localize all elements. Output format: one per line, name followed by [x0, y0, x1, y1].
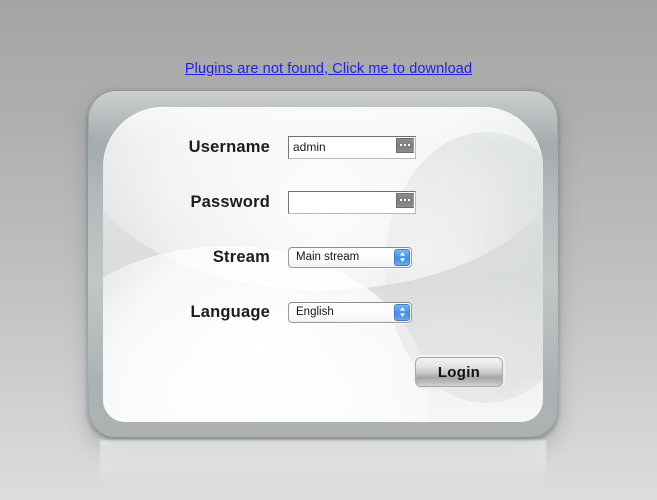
form-row-stream: Stream Main streamSub stream [88, 244, 558, 270]
language-label: Language [190, 302, 270, 321]
stream-label: Stream [212, 247, 270, 266]
password-label: Password [190, 192, 270, 211]
password-field-wrap [288, 190, 416, 214]
language-select[interactable]: English [288, 301, 412, 323]
form-row-language: Language English [88, 299, 558, 325]
language-select-wrap: English [288, 301, 412, 323]
username-label: Username [188, 137, 270, 156]
form-row-password: Password [88, 189, 558, 215]
dots-icon[interactable] [396, 137, 414, 153]
username-field-wrap [288, 135, 416, 159]
plugin-notice: Plugins are not found, Click me to downl… [0, 60, 657, 78]
stream-select[interactable]: Main streamSub stream [288, 246, 412, 268]
login-form: Username Password Stream Main streamS [88, 90, 558, 438]
dots-icon[interactable] [396, 192, 414, 208]
login-panel-shell: Username Password Stream Main streamS [88, 90, 558, 438]
plugin-download-link[interactable]: Plugins are not found, Click me to downl… [185, 61, 472, 77]
stream-select-wrap: Main streamSub stream [288, 246, 412, 268]
login-button[interactable]: Login [415, 357, 503, 387]
form-row-username: Username [88, 134, 558, 160]
panel-reflection [100, 440, 546, 496]
